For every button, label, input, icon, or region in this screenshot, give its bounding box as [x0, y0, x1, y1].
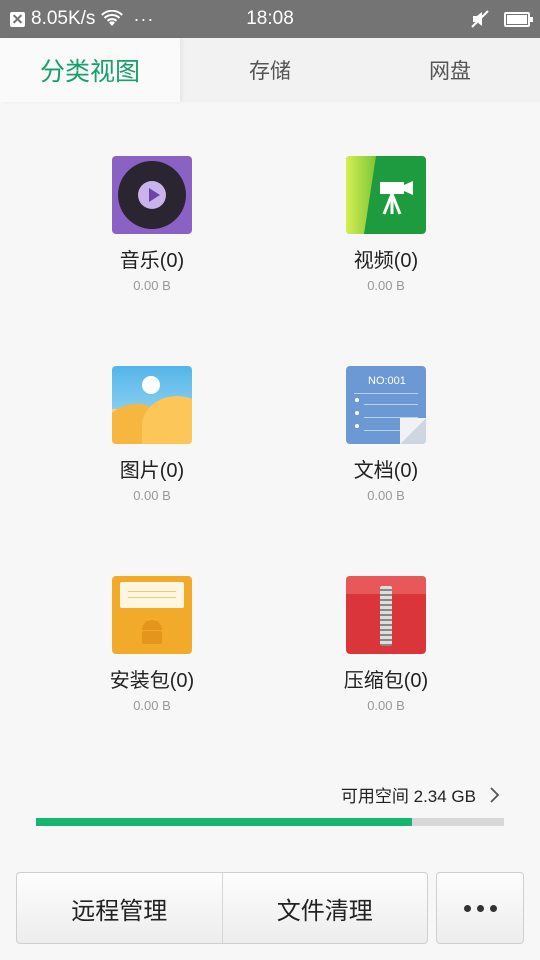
mute-icon — [471, 10, 489, 28]
category-size: 0.00 B — [367, 278, 405, 293]
category-photo[interactable]: 图片(0) 0.00 B — [52, 366, 252, 503]
more-dots-icon — [463, 904, 471, 912]
music-icon — [112, 156, 192, 234]
category-size: 0.00 B — [133, 488, 171, 503]
tab-storage[interactable]: 存储 — [180, 38, 360, 102]
category-name: 压缩包(0) — [343, 670, 429, 692]
storage-progress-bar — [36, 818, 504, 826]
storage-progress-fill — [36, 818, 412, 826]
clock: 18:08 — [246, 8, 294, 29]
status-bar: 8.05K/s ··· 18:08 — [0, 0, 540, 38]
chevron-right-icon — [490, 786, 500, 803]
category-name: 图片(0) — [119, 460, 185, 482]
category-name: 音乐(0) — [119, 250, 185, 272]
category-size: 0.00 B — [133, 698, 171, 713]
video-icon — [346, 156, 426, 234]
document-icon: NO:001 — [346, 366, 426, 444]
battery-icon — [504, 11, 533, 27]
document-icon-label: NO:001 — [368, 375, 406, 387]
more-options-button[interactable] — [436, 872, 524, 944]
available-space-label: 可用空间 2.34 GB — [340, 787, 476, 806]
category-name: 文档(0) — [353, 460, 419, 482]
category-zip[interactable]: 压缩包(0) 0.00 B — [286, 576, 486, 713]
photo-icon — [112, 366, 192, 444]
category-apk[interactable]: 安装包(0) 0.00 B — [52, 576, 252, 713]
category-size: 0.00 B — [367, 488, 405, 503]
category-video[interactable]: 视频(0) 0.00 B — [286, 156, 486, 293]
remote-manage-button[interactable]: 远程管理 — [17, 873, 222, 943]
tab-bar: 分类视图 存储 网盘 — [0, 38, 540, 102]
category-music[interactable]: 音乐(0) 0.00 B — [52, 156, 252, 293]
zip-icon — [346, 576, 426, 654]
category-size: 0.00 B — [133, 278, 171, 293]
tab-cloud-disk[interactable]: 网盘 — [360, 38, 540, 102]
category-size: 0.00 B — [367, 698, 405, 713]
file-clean-button[interactable]: 文件清理 — [223, 873, 428, 943]
category-name: 安装包(0) — [109, 670, 195, 692]
storage-info[interactable]: 可用空间 2.34 GB — [341, 782, 500, 807]
bottom-button-group: 远程管理 文件清理 — [16, 872, 428, 944]
category-name: 视频(0) — [353, 250, 419, 272]
apk-icon — [112, 576, 192, 654]
tab-category-view[interactable]: 分类视图 — [0, 38, 180, 102]
category-document[interactable]: NO:001 文档(0) 0.00 B — [286, 366, 486, 503]
